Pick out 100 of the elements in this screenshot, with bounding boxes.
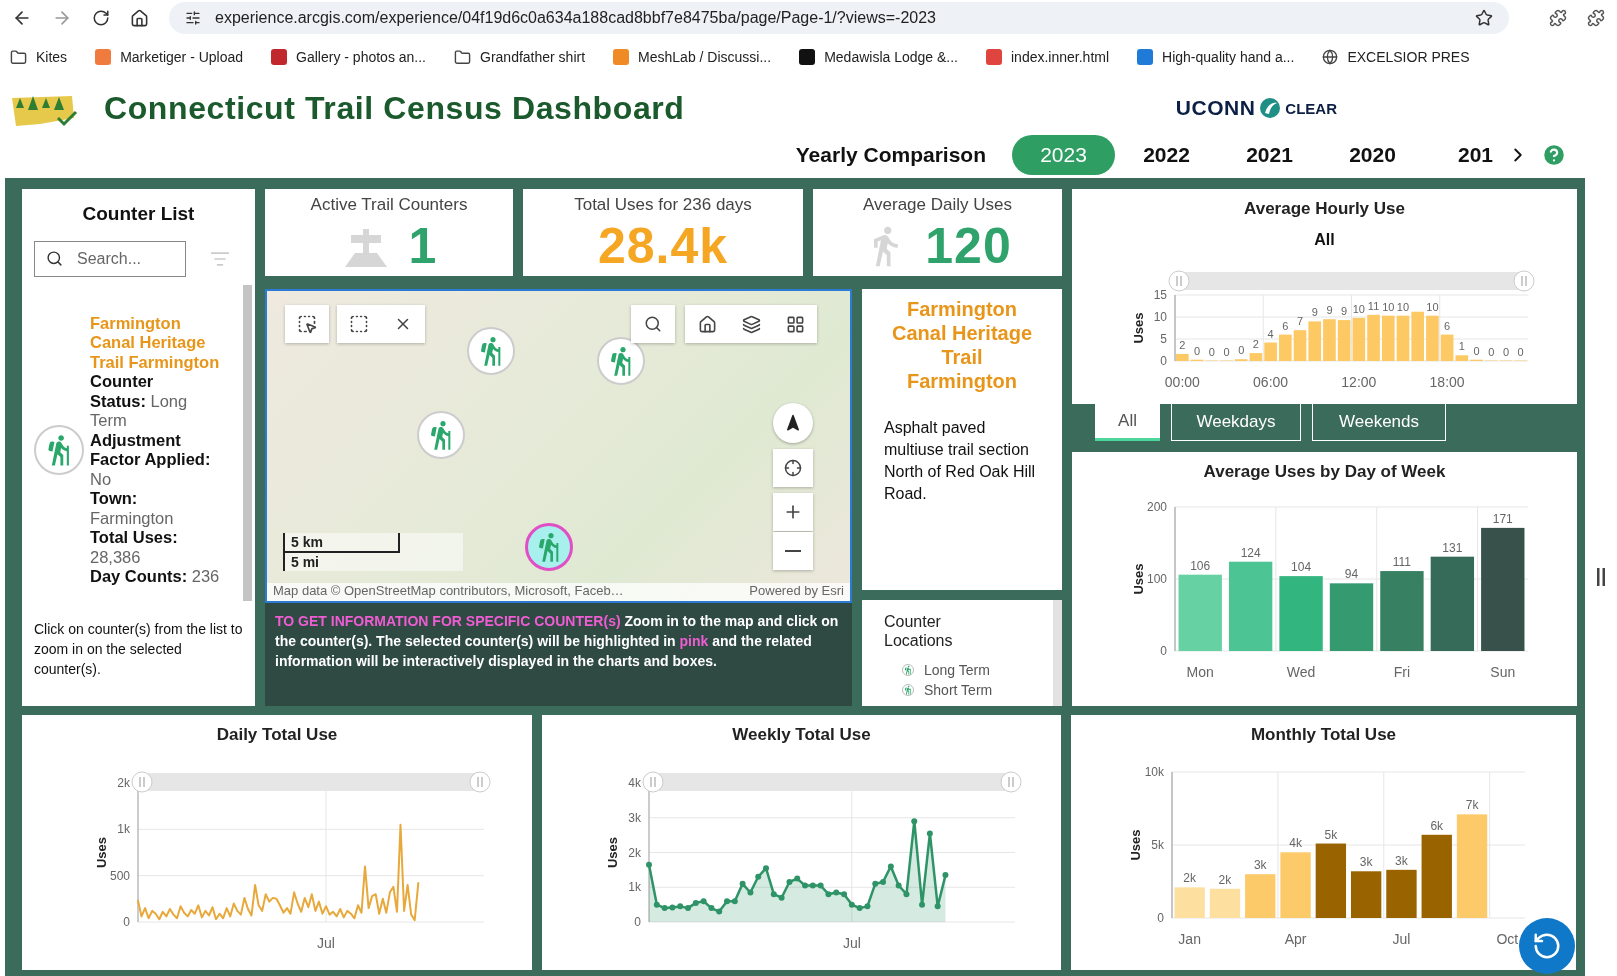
data-point xyxy=(902,891,909,898)
help-icon[interactable] xyxy=(1541,142,1567,168)
panel-title: Counter List xyxy=(81,203,196,225)
slider-handle[interactable] xyxy=(1000,771,1021,793)
drag-handle-icon[interactable] xyxy=(1597,568,1605,586)
slider-handle[interactable] xyxy=(642,771,663,793)
range-slider[interactable] xyxy=(131,771,491,793)
value-label: 7k xyxy=(1465,798,1478,813)
axis-label: Wed xyxy=(1286,664,1315,680)
refresh-icon xyxy=(1532,931,1562,961)
zoom-in-button[interactable] xyxy=(773,493,813,531)
value-label: 0 xyxy=(1517,345,1524,358)
axis-label: Jul xyxy=(842,935,861,951)
filter-tab[interactable]: Weekends xyxy=(1312,404,1446,441)
axis-label: 200 xyxy=(1146,500,1167,514)
axis-label: Jan xyxy=(1177,931,1201,947)
year-tab[interactable]: 201 xyxy=(1424,135,1527,175)
value-label: 10 xyxy=(1396,300,1409,313)
grid-button[interactable] xyxy=(773,305,817,343)
counter-icon[interactable] xyxy=(34,425,84,475)
axis-label: Apr xyxy=(1284,931,1306,947)
bookmark-link[interactable]: Medawisla Lodge &... xyxy=(799,49,958,65)
logo-text: UCONN xyxy=(1175,96,1256,120)
logo-mark-icon xyxy=(1259,97,1282,119)
axis-label: 18:00 xyxy=(1429,374,1465,390)
axis-label: Mon xyxy=(1186,664,1214,680)
chart-title: Daily Total Use xyxy=(216,725,338,745)
value-label: 106 xyxy=(1189,558,1210,573)
home-button[interactable] xyxy=(685,305,729,343)
value-label: 124 xyxy=(1240,545,1261,560)
trail-description: Asphalt paved multiuse trail section North of Red Oak Hill Road. xyxy=(884,418,1037,504)
value-label: 0 xyxy=(1237,344,1244,357)
slider-handle[interactable] xyxy=(131,771,153,793)
filter-tab[interactable]: Weekdays xyxy=(1171,404,1301,441)
value-label: 3k xyxy=(1359,855,1372,870)
slider-handle[interactable] xyxy=(1513,270,1534,292)
chart-title: Average Hourly Use xyxy=(1244,199,1405,219)
counter-field: Town: Farmington xyxy=(90,489,222,528)
bar xyxy=(1350,871,1381,918)
stat-value: 1 xyxy=(408,219,438,273)
axis-label: Jul xyxy=(317,935,335,951)
value-label: 6 xyxy=(1281,319,1288,332)
axis-label: 5k xyxy=(1150,838,1164,852)
axis-label: 3k xyxy=(627,810,641,825)
legend-label: Short Term xyxy=(924,682,993,698)
compass-icon xyxy=(784,414,802,432)
data-point xyxy=(887,863,894,870)
bookmark-link[interactable]: Marketiger - Upload xyxy=(95,49,244,65)
axis-label: 0 xyxy=(1159,354,1167,368)
axis-label: 4k xyxy=(627,776,641,790)
year-tab[interactable]: 2022 xyxy=(1115,135,1218,175)
value-label: 10 xyxy=(1352,302,1365,315)
value-label: 2 xyxy=(1252,338,1259,351)
slider-handle[interactable] xyxy=(469,771,491,793)
slider-handle[interactable] xyxy=(1168,270,1189,292)
value-label: 131 xyxy=(1441,540,1462,555)
value-label: 3k xyxy=(1253,858,1267,873)
zoom-out-button[interactable] xyxy=(773,532,813,570)
data-point xyxy=(918,901,925,908)
locate-button[interactable] xyxy=(773,449,813,487)
scrollbar[interactable] xyxy=(243,285,252,601)
extension-icon[interactable] xyxy=(1549,9,1567,27)
bookmark-link[interactable]: High-quality hand a... xyxy=(1137,49,1295,65)
search-button[interactable] xyxy=(631,305,675,343)
year-tab[interactable]: 2021 xyxy=(1218,135,1321,175)
bookmark-link[interactable]: EXCELSIOR PRES xyxy=(1322,49,1470,65)
filter-tab[interactable]: All xyxy=(1095,404,1160,441)
close-button[interactable] xyxy=(381,305,425,343)
home-icon[interactable] xyxy=(130,8,149,28)
axis-label: 15 xyxy=(1153,288,1167,302)
bookmark-link[interactable]: Kites xyxy=(10,48,68,66)
hint-text: Click on counter(s) from the list to zoom in on the selected counter(s). xyxy=(34,620,244,679)
axis-label: 10 xyxy=(1153,310,1167,324)
select-button[interactable] xyxy=(285,305,329,343)
bookmark-link[interactable]: Gallery - photos an... xyxy=(271,49,426,65)
bookmark-link[interactable]: MeshLab / Discussi... xyxy=(613,49,772,65)
axis-label: 0 xyxy=(1156,911,1164,925)
value-label: 9 xyxy=(1311,306,1318,319)
extension-icon[interactable] xyxy=(1587,9,1605,27)
search-field[interactable]: Search... xyxy=(34,241,186,277)
instructions-text: TO GET INFORMATION FOR SPECIFIC COUNTER(s) Zoom in to the map and click on the counter(s). The selected counter(s) will be highlighted in pink and the related information will be interactively displayed in the charts and boxes. xyxy=(274,612,840,671)
area-select-button[interactable] xyxy=(337,305,381,343)
bookmark-star-icon[interactable] xyxy=(1475,9,1493,27)
year-tab[interactable]: 2020 xyxy=(1321,135,1424,175)
value-label: 7 xyxy=(1296,315,1303,328)
axis-title: Uses xyxy=(94,836,109,869)
value-label: 0 xyxy=(1472,344,1480,357)
range-slider[interactable] xyxy=(642,771,1021,793)
data-point xyxy=(910,818,917,825)
reload-icon[interactable] xyxy=(92,9,110,27)
site-settings-icon[interactable] xyxy=(185,10,201,26)
bar xyxy=(1279,852,1311,918)
axis-label: Jul xyxy=(1392,931,1410,947)
value-label: 0 xyxy=(1502,345,1509,358)
range-slider[interactable] xyxy=(1168,270,1534,292)
axis-label: 0 xyxy=(633,915,641,929)
bookmark-link[interactable]: index.inner.html xyxy=(986,49,1110,65)
bar xyxy=(1173,887,1205,918)
axis-title: Uses xyxy=(1127,829,1143,861)
bookmark-link[interactable]: Grandfather shirt xyxy=(454,48,586,66)
